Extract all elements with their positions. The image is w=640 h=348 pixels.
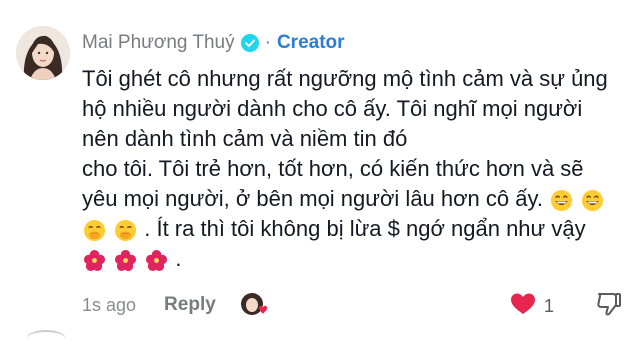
creator-badge: Creator [276,32,345,53]
comment-header: Mai Phương Thuý · Creator [82,32,345,54]
comment-footer: 1s ago Reply 1 [82,290,627,320]
comment-line-text: . Ít ra thì tôi không bị lừa $ ngớ ngẩn … [144,216,586,241]
separator-dot: · [264,32,271,53]
comment-text: Tôi ghét cô nhưng rất ngưỡng mộ tình cảm… [82,64,627,274]
face-with-hand-over-mouth-emoji [83,219,106,242]
avatar[interactable] [16,26,70,80]
face-with-hand-over-mouth-emoji [114,219,137,242]
comment-line-text: . [175,246,182,271]
comment-line-5: yêu mọi người, ở bên mọi người lâu hơn c… [82,184,627,214]
comment-line: nên dành tình cảm và niềm tin đó [82,126,408,151]
next-avatar-peek [26,330,66,348]
comment-line-text: yêu mọi người, ở bên mọi người lâu hơn c… [82,186,543,211]
comment-line-6: . Ít ra thì tôi không bị lừa $ ngớ ngẩn … [82,214,627,244]
username[interactable]: Mai Phương Thuý [82,32,235,54]
comment-line: Tôi ghét cô nhưng rất ngưỡng mộ tình cảm… [82,66,608,91]
creator-liked-avatar [240,292,270,318]
heart-icon[interactable] [510,292,536,321]
thumbs-down-icon[interactable] [595,290,623,323]
grinning-emoji [581,189,604,212]
verified-check-icon [240,34,259,52]
grinning-emoji [550,189,573,212]
comment-line-7: . [82,244,627,274]
reply-button[interactable]: Reply [164,294,216,316]
like-group[interactable]: 1 [510,292,554,321]
hibiscus-emoji [145,249,168,272]
like-count: 1 [544,296,555,316]
hibiscus-emoji [114,249,137,272]
hibiscus-emoji [83,249,106,272]
comment-line: hộ nhiều người dành cho cô ấy. Tôi nghĩ … [82,96,583,121]
timestamp: 1s ago [82,294,137,315]
comment-line: cho tôi. Tôi trẻ hơn, tốt hơn, có kiến t… [82,156,584,181]
